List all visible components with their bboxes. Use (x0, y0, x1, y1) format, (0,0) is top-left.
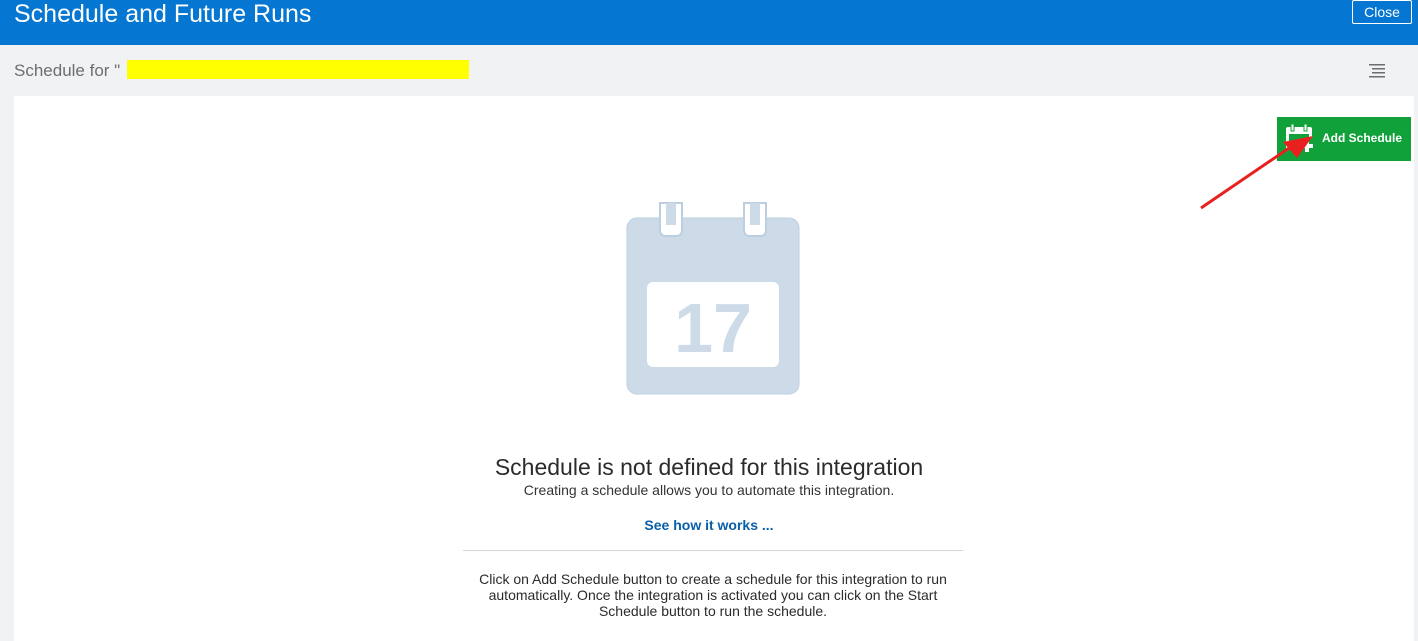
schedule-for-label: Schedule for " (14, 61, 121, 80)
calendar-icon: 17 (626, 202, 800, 395)
see-how-it-works-row: See how it works ... (0, 516, 1418, 534)
empty-state-title: Schedule is not defined for this integra… (494, 454, 924, 480)
page-title: Schedule and Future Runs (14, 0, 312, 28)
instructions-text: Click on Add Schedule button to create a… (479, 571, 947, 619)
divider (463, 550, 963, 551)
calendar-day: 17 (674, 289, 752, 367)
close-button[interactable]: Close (1352, 0, 1412, 24)
empty-state-subtitle: Creating a schedule allows you to automa… (523, 482, 895, 498)
annotation-arrow (1200, 136, 1313, 210)
menu-lines-icon[interactable] (1368, 62, 1386, 80)
redaction-highlight (127, 60, 469, 79)
add-schedule-label: Add Schedule (1322, 131, 1403, 145)
header-bar: Schedule and Future Runs Close (0, 0, 1418, 45)
see-how-it-works-link[interactable]: See how it works ... (644, 517, 773, 533)
